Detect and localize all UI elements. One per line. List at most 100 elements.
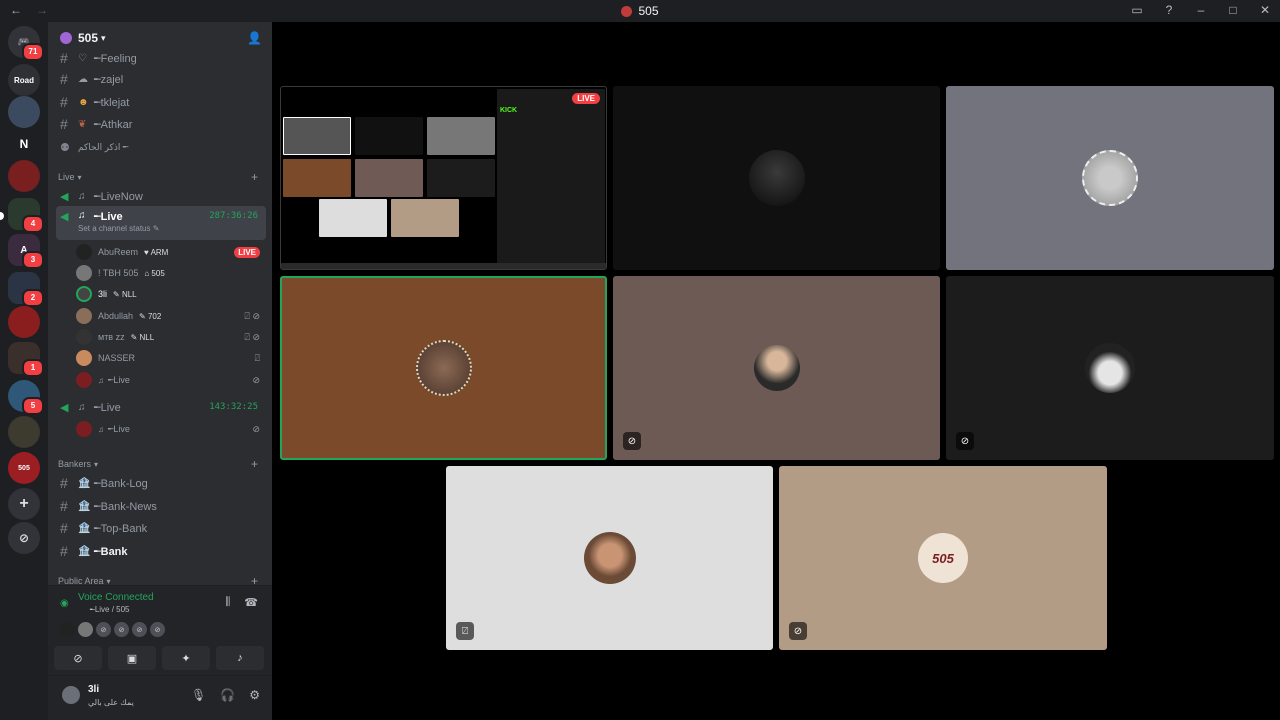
video-tile[interactable] bbox=[946, 86, 1274, 270]
stream-tile[interactable]: KICK LIVE bbox=[280, 86, 607, 270]
server-list: 🎮 71 Road N 4 A 3 2 1 5 505 + ⊘ bbox=[0, 22, 48, 720]
channel-status-prompt[interactable]: Set a channel status ✎ bbox=[78, 224, 159, 233]
participant-avatar bbox=[748, 150, 805, 206]
screen-share-button[interactable]: ▣ bbox=[108, 646, 156, 670]
server-icon[interactable] bbox=[8, 96, 40, 128]
stream-thumbnail bbox=[355, 159, 423, 197]
voice-channel-active[interactable]: ◀ ♫ ╾Live 287:36:26 Set a channel status… bbox=[56, 206, 266, 240]
voice-status[interactable]: Voice Connected bbox=[78, 592, 154, 603]
voice-user[interactable]: ♫ ╾Live ⊘ bbox=[76, 370, 266, 390]
stream-thumbnail bbox=[355, 117, 423, 155]
server-pill bbox=[0, 212, 4, 220]
muted-avatar: ⊘ bbox=[96, 622, 111, 637]
video-grid: KICK LIVE ⊘ ⊘ ⍁ 505 ⊘ bbox=[272, 22, 1280, 720]
video-tile[interactable] bbox=[613, 86, 940, 270]
deafened-icon: ⊘ bbox=[789, 622, 807, 640]
voice-user[interactable]: ᴍᴛʙ zz ✎ NLL ⍁ ⊘ bbox=[76, 327, 266, 347]
add-member-icon[interactable]: 👤 bbox=[247, 31, 262, 45]
server-home[interactable]: 🎮 71 bbox=[8, 26, 44, 61]
stream-taskbar bbox=[281, 263, 606, 269]
server-folder[interactable]: 1 bbox=[8, 342, 44, 377]
voice-user[interactable]: AbuReem ♥ ARM LIVE bbox=[76, 242, 266, 262]
participant-avatar bbox=[1085, 343, 1135, 393]
server-icon[interactable]: N bbox=[8, 128, 40, 160]
deafened-icon: ⊘ bbox=[252, 423, 260, 434]
chevron-down-icon: ▾ bbox=[77, 172, 82, 182]
server-icon[interactable]: 5 bbox=[8, 380, 44, 415]
video-tile[interactable]: ⊘ bbox=[946, 276, 1274, 460]
minimize-button[interactable]: – bbox=[1194, 3, 1208, 17]
microphone-icon[interactable]: 🎙 bbox=[191, 688, 206, 702]
window-title-text: 505 bbox=[638, 4, 659, 18]
deafened-icon: ⊘ bbox=[956, 432, 974, 450]
create-channel-icon[interactable]: + bbox=[251, 170, 258, 184]
server-icon[interactable]: Road bbox=[8, 64, 40, 96]
participant-avatar bbox=[753, 345, 800, 391]
stream-thumbnail bbox=[391, 199, 459, 237]
channel-item[interactable]: ⚉ اذكر الحاكم ╾ bbox=[56, 137, 266, 157]
noise-suppression-icon[interactable]: ⫼ bbox=[225, 596, 230, 609]
title-bar: ← → 505 ▭ ? – □ ✕ bbox=[0, 0, 1280, 22]
camera-off-button[interactable]: ⊘ bbox=[54, 646, 102, 670]
create-channel-icon[interactable]: + bbox=[251, 457, 258, 471]
video-tile[interactable]: 505 ⊘ bbox=[779, 466, 1107, 650]
video-tile-speaking[interactable] bbox=[280, 276, 607, 460]
voice-user[interactable]: 3li ✎ NLL bbox=[76, 284, 266, 304]
server-folder[interactable]: 4 bbox=[8, 198, 44, 233]
live-badge: LIVE bbox=[572, 93, 600, 104]
channel-item-unread[interactable]: # 🏦 ╾Bank bbox=[56, 541, 266, 561]
user-name[interactable]: 3li bbox=[88, 684, 99, 695]
server-folder[interactable]: A 3 bbox=[8, 234, 44, 269]
channel-item[interactable]: # ♡ ╾Feeling bbox=[56, 48, 266, 68]
avatar bbox=[76, 286, 92, 302]
channel-item[interactable]: # ❦ ╾Athkar bbox=[56, 114, 266, 134]
muted-deafened-icons: ⍁ ⊘ bbox=[244, 310, 260, 321]
stream-browser-panel: KICK bbox=[497, 89, 605, 265]
stream-thumbnail bbox=[283, 117, 351, 155]
hash-icon: # bbox=[60, 543, 68, 559]
voice-channel[interactable]: ◀ ♫ ╾LiveNow bbox=[56, 186, 266, 206]
hash-icon: # bbox=[60, 498, 68, 514]
voice-channel-path[interactable]: ╾Live / 505 bbox=[90, 605, 130, 614]
avatar bbox=[76, 265, 92, 281]
user-avatar[interactable] bbox=[62, 686, 80, 704]
bank-icon: 🏦 bbox=[78, 477, 91, 489]
channel-emoji-icon: ♫ bbox=[78, 210, 86, 221]
discover-button[interactable]: ⊘ bbox=[8, 522, 40, 554]
channel-item[interactable]: # 🏦 ╾Bank-Log bbox=[56, 473, 266, 493]
category-bankers[interactable]: Bankers ▾ + bbox=[58, 457, 268, 471]
maximize-button[interactable]: □ bbox=[1226, 3, 1240, 17]
server-icon[interactable] bbox=[8, 160, 40, 192]
help-icon[interactable]: ? bbox=[1162, 3, 1176, 17]
inbox-icon[interactable]: ▭ bbox=[1130, 3, 1144, 17]
speaker-icon: ◀ bbox=[60, 211, 69, 223]
avatar bbox=[76, 350, 92, 366]
voice-user[interactable]: Abdullah ✎ 702 ⍁ ⊘ bbox=[76, 306, 266, 326]
video-tile[interactable]: ⍁ bbox=[446, 466, 773, 650]
server-folder[interactable]: 2 bbox=[8, 272, 44, 307]
user-panel: 3li يمك على بالي 🎙 🎧 ⚙ bbox=[48, 675, 272, 720]
close-button[interactable]: ✕ bbox=[1258, 3, 1272, 17]
activities-button[interactable]: ✦ bbox=[162, 646, 210, 670]
category-live[interactable]: Live ▾ + bbox=[58, 170, 268, 184]
channel-item[interactable]: # ☻ ╾tklejat bbox=[56, 92, 266, 112]
channel-item[interactable]: # 🏦 ╾Top-Bank bbox=[56, 518, 266, 538]
voice-user[interactable]: ! TBH 505 ⌂ 505 bbox=[76, 263, 266, 283]
server-icon[interactable]: 505 bbox=[8, 452, 40, 484]
voice-timer: 143:32:25 bbox=[209, 402, 258, 412]
server-icon[interactable] bbox=[8, 416, 40, 448]
stream-thumbnail bbox=[427, 117, 495, 155]
gear-icon[interactable]: ⚙ bbox=[249, 688, 260, 702]
channel-item[interactable]: # ☁ ╾zajel bbox=[56, 69, 266, 89]
muted-avatar: ⊘ bbox=[132, 622, 147, 637]
soundboard-button[interactable]: ♪ bbox=[216, 646, 264, 670]
channel-item[interactable]: # 🏦 ╾Bank-News bbox=[56, 496, 266, 516]
disconnect-icon[interactable]: ☎ bbox=[244, 596, 258, 609]
voice-user[interactable]: NASSER ⍁ bbox=[76, 348, 266, 368]
voice-user[interactable]: ♫ ╾Live ⊘ bbox=[76, 419, 266, 439]
voice-channel[interactable]: ◀ ♫ ╾Live 143:32:25 bbox=[56, 397, 266, 417]
video-tile[interactable]: ⊘ bbox=[613, 276, 940, 460]
headphones-icon[interactable]: 🎧 bbox=[220, 688, 235, 702]
add-server-button[interactable]: + bbox=[8, 488, 40, 520]
server-icon[interactable] bbox=[8, 306, 40, 338]
